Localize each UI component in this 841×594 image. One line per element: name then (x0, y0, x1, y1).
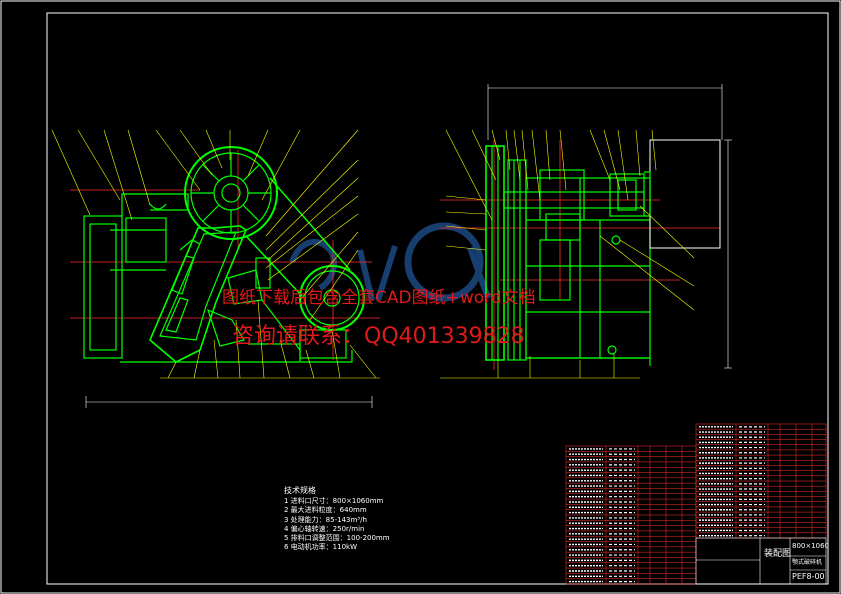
parts-list-left (565, 445, 697, 585)
watermark-line-2: 咨询请联系：QQ401339828 (232, 324, 525, 349)
technical-note-item: 4 偏心轴转速：250r/min (284, 524, 365, 533)
drawing-number: PEF8-00 (792, 572, 825, 581)
drawing-name: 装配图 (764, 549, 792, 559)
technical-note-item: 5 排料口调整范围：100-200mm (284, 534, 390, 543)
watermark-line-1: 图纸下载后包含全套CAD图纸+word文档 (222, 288, 536, 308)
technical-notes-title: 技术规格 (284, 486, 316, 495)
drawing-model: 800×1060 (792, 542, 830, 550)
technical-notes: 技术规格 1 进料口尺寸：800×1060mm 2 最大进料粒度：640mm 3… (284, 486, 390, 552)
parts-list-right (695, 423, 827, 539)
drawing-subtitle: 颚式破碎机 (792, 559, 823, 566)
technical-note-item: 2 最大进料粒度：640mm (284, 506, 367, 515)
technical-note-item: 6 电动机功率：110kW (284, 543, 358, 552)
technical-note-item: 3 处理能力：85-143m³/h (284, 515, 367, 524)
